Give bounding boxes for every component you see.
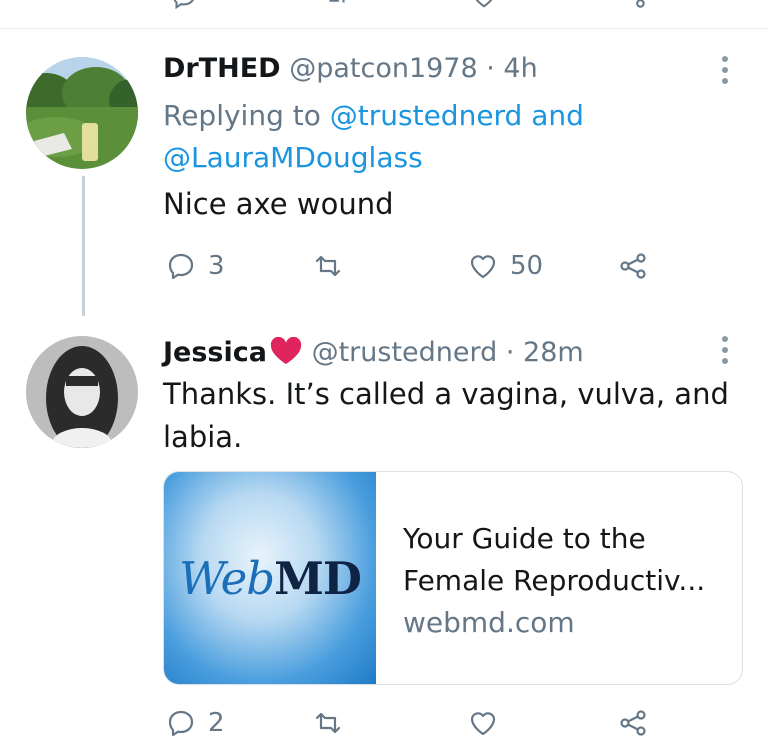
retweet-icon (315, 712, 341, 734)
like-button[interactable]: 50 (468, 249, 543, 283)
link-preview-domain: webmd.com (403, 606, 575, 639)
share-button[interactable] (618, 706, 648, 740)
retweet-icon[interactable] (323, 0, 351, 10)
display-name[interactable]: Jessica (163, 337, 267, 368)
avatar[interactable] (26, 57, 138, 169)
tweet-actions: 3 50 (0, 249, 768, 289)
tweet-header: DrTHED @patcon1978 · 4h (163, 52, 538, 86)
reply-count: 2 (208, 708, 225, 738)
webmd-logo: WebMD (179, 551, 362, 605)
more-vertical-icon[interactable] (719, 56, 731, 86)
retweet-button[interactable] (313, 249, 355, 283)
avatar-image (26, 57, 138, 169)
mention-link[interactable]: @trustednerd (330, 99, 523, 132)
tweet-timestamp[interactable]: · 4h (486, 53, 537, 84)
replying-prefix: Replying to (163, 99, 321, 132)
tweet-timestamp[interactable]: · 28m (506, 337, 584, 368)
reply-icon (168, 253, 194, 280)
share-button[interactable] (618, 249, 648, 283)
like-button[interactable] (468, 706, 498, 740)
link-preview-title-line: Your Guide to the (403, 522, 646, 555)
replying-to-line: Replying to @trustednerd and (163, 96, 584, 136)
thread-connector-line (82, 176, 85, 316)
heart-icon (470, 712, 496, 736)
user-handle[interactable]: @patcon1978 (289, 53, 477, 84)
replying-to-line-2: @LauraMDouglass (163, 138, 423, 178)
avatar[interactable] (26, 336, 138, 448)
reply-count: 3 (208, 251, 225, 281)
link-preview-card[interactable]: WebMD Your Guide to the Female Reproduct… (163, 471, 743, 685)
retweet-button[interactable] (313, 706, 343, 740)
avatar-image (26, 336, 138, 448)
red-heart-emoji (270, 336, 302, 364)
more-vertical-icon[interactable] (719, 336, 731, 366)
tweet-header: Jessica @trustednerd · 28m (163, 336, 584, 370)
mention-link[interactable]: @LauraMDouglass (163, 141, 423, 174)
replying-and[interactable]: and (531, 99, 584, 132)
share-icon[interactable] (618, 0, 646, 10)
like-count: 50 (510, 251, 544, 281)
share-icon (620, 253, 646, 279)
tweet-divider (0, 28, 768, 29)
link-preview-title-line: Female Reproductiv... (403, 564, 706, 597)
link-preview-image: WebMD (164, 472, 376, 684)
display-name[interactable]: DrTHED (163, 53, 281, 84)
heart-icon (470, 255, 496, 279)
user-handle[interactable]: @trustednerd (312, 337, 498, 368)
heart-icon[interactable] (470, 0, 498, 10)
reply-button[interactable]: 2 (166, 706, 225, 740)
tweet-actions: 2 (0, 706, 768, 746)
reply-icon (168, 710, 194, 737)
link-preview-text: Your Guide to the Female Reproductiv... … (403, 518, 723, 644)
tweet-text-line: labia. (163, 420, 243, 454)
tweet-text-line: Thanks. It’s called a vagina, vulva, and (163, 377, 729, 411)
retweet-icon (315, 255, 341, 277)
tweet-text: Nice axe wound (163, 187, 394, 221)
reply-icon[interactable] (170, 0, 198, 10)
share-icon (620, 710, 646, 736)
reply-button[interactable]: 3 (166, 249, 225, 283)
